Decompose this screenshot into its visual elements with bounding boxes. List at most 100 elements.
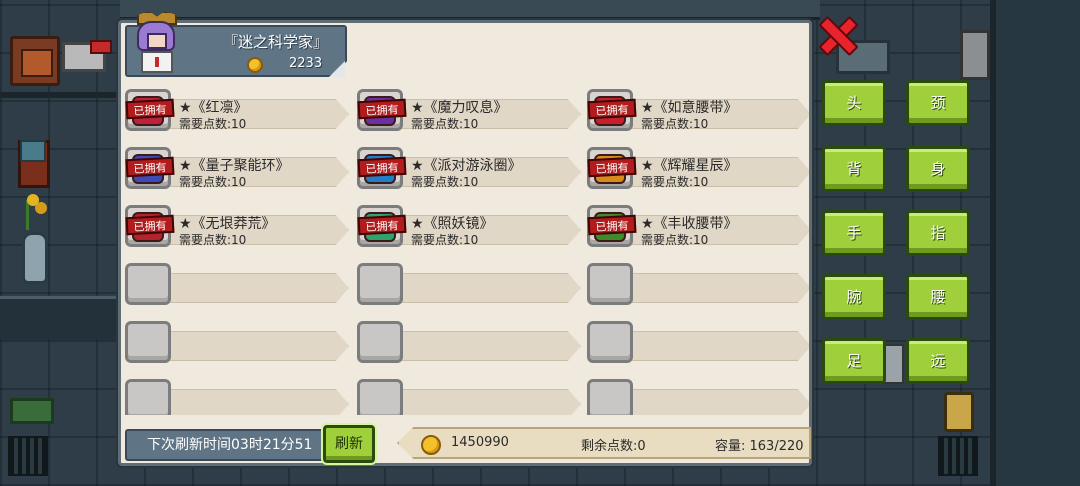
item-icon[interactable]: 已拥有	[587, 89, 637, 131]
item-icon[interactable]: 已拥有	[357, 147, 407, 189]
slot-button[interactable]: 远	[906, 338, 970, 384]
item-icon[interactable]: 已拥有	[357, 205, 407, 247]
slot-button[interactable]: 身	[906, 146, 970, 192]
wall-top-decoration	[120, 0, 820, 20]
item-icon[interactable]: 已拥有	[125, 205, 175, 247]
item-cost: 需要点数:10	[411, 117, 479, 131]
chair-seat-decoration	[20, 140, 46, 162]
owned-badge: 已拥有	[357, 214, 407, 236]
item-cost: 需要点数:10	[179, 175, 247, 189]
capacity: 容量: 163/220	[715, 439, 804, 454]
item-slot[interactable]: 已拥有 ★《派对游泳圈》 需要点数:10	[353, 141, 581, 189]
empty-slot-icon[interactable]	[125, 379, 171, 415]
merchant-avatar	[131, 11, 183, 77]
red-box-decoration	[90, 40, 112, 54]
remaining-points: 剩余点数:0	[581, 439, 646, 454]
owned-badge: 已拥有	[587, 214, 637, 236]
item-icon[interactable]: 已拥有	[125, 89, 175, 131]
item-slot[interactable]	[121, 257, 349, 305]
floor-grate-right-decoration	[938, 436, 978, 476]
empty-slot-icon[interactable]	[587, 379, 633, 415]
empty-slot-icon[interactable]	[125, 263, 171, 305]
empty-slot-icon[interactable]	[125, 321, 171, 363]
owned-badge: 已拥有	[587, 98, 637, 120]
coin-icon	[421, 435, 441, 455]
slot-button[interactable]: 颈	[906, 80, 970, 126]
item-cost: 需要点数:10	[179, 233, 247, 247]
item-cost: 需要点数:10	[411, 233, 479, 247]
empty-slot-icon[interactable]	[587, 321, 633, 363]
item-slot[interactable]: 已拥有 ★《丰收腰带》 需要点数:10	[583, 199, 809, 247]
owned-badge: 已拥有	[125, 214, 175, 236]
owned-badge: 已拥有	[125, 156, 175, 178]
item-slot[interactable]: 已拥有 ★《照妖镜》 需要点数:10	[353, 199, 581, 247]
slot-button[interactable]: 腕	[822, 274, 886, 320]
status-bar: 1450990 剩余点数:0 容量: 163/220	[397, 427, 811, 459]
item-slot[interactable]: 已拥有 ★《红凛》 需要点数:10	[121, 83, 349, 131]
item-icon[interactable]: 已拥有	[587, 147, 637, 189]
merchant-gold: 2233	[289, 56, 323, 71]
vase-decoration	[22, 232, 48, 284]
item-cost: 需要点数:10	[179, 117, 247, 131]
item-name: ★《无垠莽荒》	[179, 216, 276, 232]
item-slot[interactable]	[583, 257, 809, 305]
item-slot[interactable]: 已拥有 ★《量子聚能环》 需要点数:10	[121, 141, 349, 189]
shop-panel: 『迷之科学家』 2233 已拥有 ★《红凛》 需要点数:10 已拥有 ★《魔力叹息》 需要…	[118, 11, 812, 466]
item-cost: 需要点数:10	[641, 233, 709, 247]
item-slot[interactable]	[583, 315, 809, 363]
merchant-name: 『迷之科学家』	[223, 33, 329, 51]
slot-button[interactable]: 背	[822, 146, 886, 192]
empty-slot-icon[interactable]	[357, 263, 403, 305]
item-slot[interactable]	[583, 373, 809, 415]
item-name: ★《辉耀星辰》	[641, 158, 738, 174]
item-slot[interactable]	[353, 373, 581, 415]
refresh-button[interactable]: 刷新	[323, 425, 375, 463]
coin-icon	[247, 57, 263, 73]
floor-grate-decoration	[8, 436, 48, 476]
owned-badge: 已拥有	[357, 156, 407, 178]
item-name: ★《红凛》	[179, 100, 248, 116]
item-name: ★《丰收腰带》	[641, 216, 738, 232]
item-cost: 需要点数:10	[641, 175, 709, 189]
item-icon[interactable]: 已拥有	[357, 89, 407, 131]
close-icon[interactable]	[818, 16, 854, 52]
empty-slot-icon[interactable]	[357, 321, 403, 363]
item-name: ★《魔力叹息》	[411, 100, 508, 116]
slot-button[interactable]: 腰	[906, 274, 970, 320]
empty-slot-icon[interactable]	[587, 263, 633, 305]
slot-button[interactable]: 手	[822, 210, 886, 256]
refresh-timer: 下次刷新时间03时21分51	[125, 429, 325, 461]
right-wall-decoration	[990, 0, 1080, 486]
right-cabinet-decoration	[960, 30, 990, 80]
item-cost: 需要点数:10	[641, 117, 709, 131]
slot-button[interactable]: 足	[822, 338, 886, 384]
slot-button[interactable]: 头	[822, 80, 886, 126]
circuit-panel-decoration	[10, 398, 54, 424]
slot-button[interactable]: 指	[906, 210, 970, 256]
item-name: ★《派对游泳圈》	[411, 158, 522, 174]
owned-badge: 已拥有	[125, 98, 175, 120]
wall-strip-decoration	[0, 92, 120, 98]
item-icon[interactable]: 已拥有	[125, 147, 175, 189]
item-slot[interactable]	[121, 315, 349, 363]
item-slot[interactable]	[121, 373, 349, 415]
item-name: ★《量子聚能环》	[179, 158, 290, 174]
item-slot[interactable]: 已拥有 ★《辉耀星辰》 需要点数:10	[583, 141, 809, 189]
item-grid: 已拥有 ★《红凛》 需要点数:10 已拥有 ★《魔力叹息》 需要点数:10 已拥有 ★《如意腰…	[121, 83, 809, 415]
item-icon[interactable]: 已拥有	[587, 205, 637, 247]
flower-decoration	[26, 194, 44, 230]
right-device-decoration	[944, 392, 974, 432]
item-name: ★《照妖镜》	[411, 216, 494, 232]
item-slot[interactable]: 已拥有 ★《无垠莽荒》 需要点数:10	[121, 199, 349, 247]
item-cost: 需要点数:10	[411, 175, 479, 189]
item-slot[interactable]	[353, 315, 581, 363]
item-slot[interactable]: 已拥有 ★《如意腰带》 需要点数:10	[583, 83, 809, 131]
cabinet-decoration	[10, 36, 60, 86]
item-slot[interactable]: 已拥有 ★《魔力叹息》 需要点数:10	[353, 83, 581, 131]
right-wall-edge-decoration	[990, 0, 996, 486]
owned-badge: 已拥有	[587, 156, 637, 178]
player-gold: 1450990	[451, 435, 509, 450]
empty-slot-icon[interactable]	[357, 379, 403, 415]
wall-segment-decoration	[0, 296, 120, 340]
item-slot[interactable]	[353, 257, 581, 305]
